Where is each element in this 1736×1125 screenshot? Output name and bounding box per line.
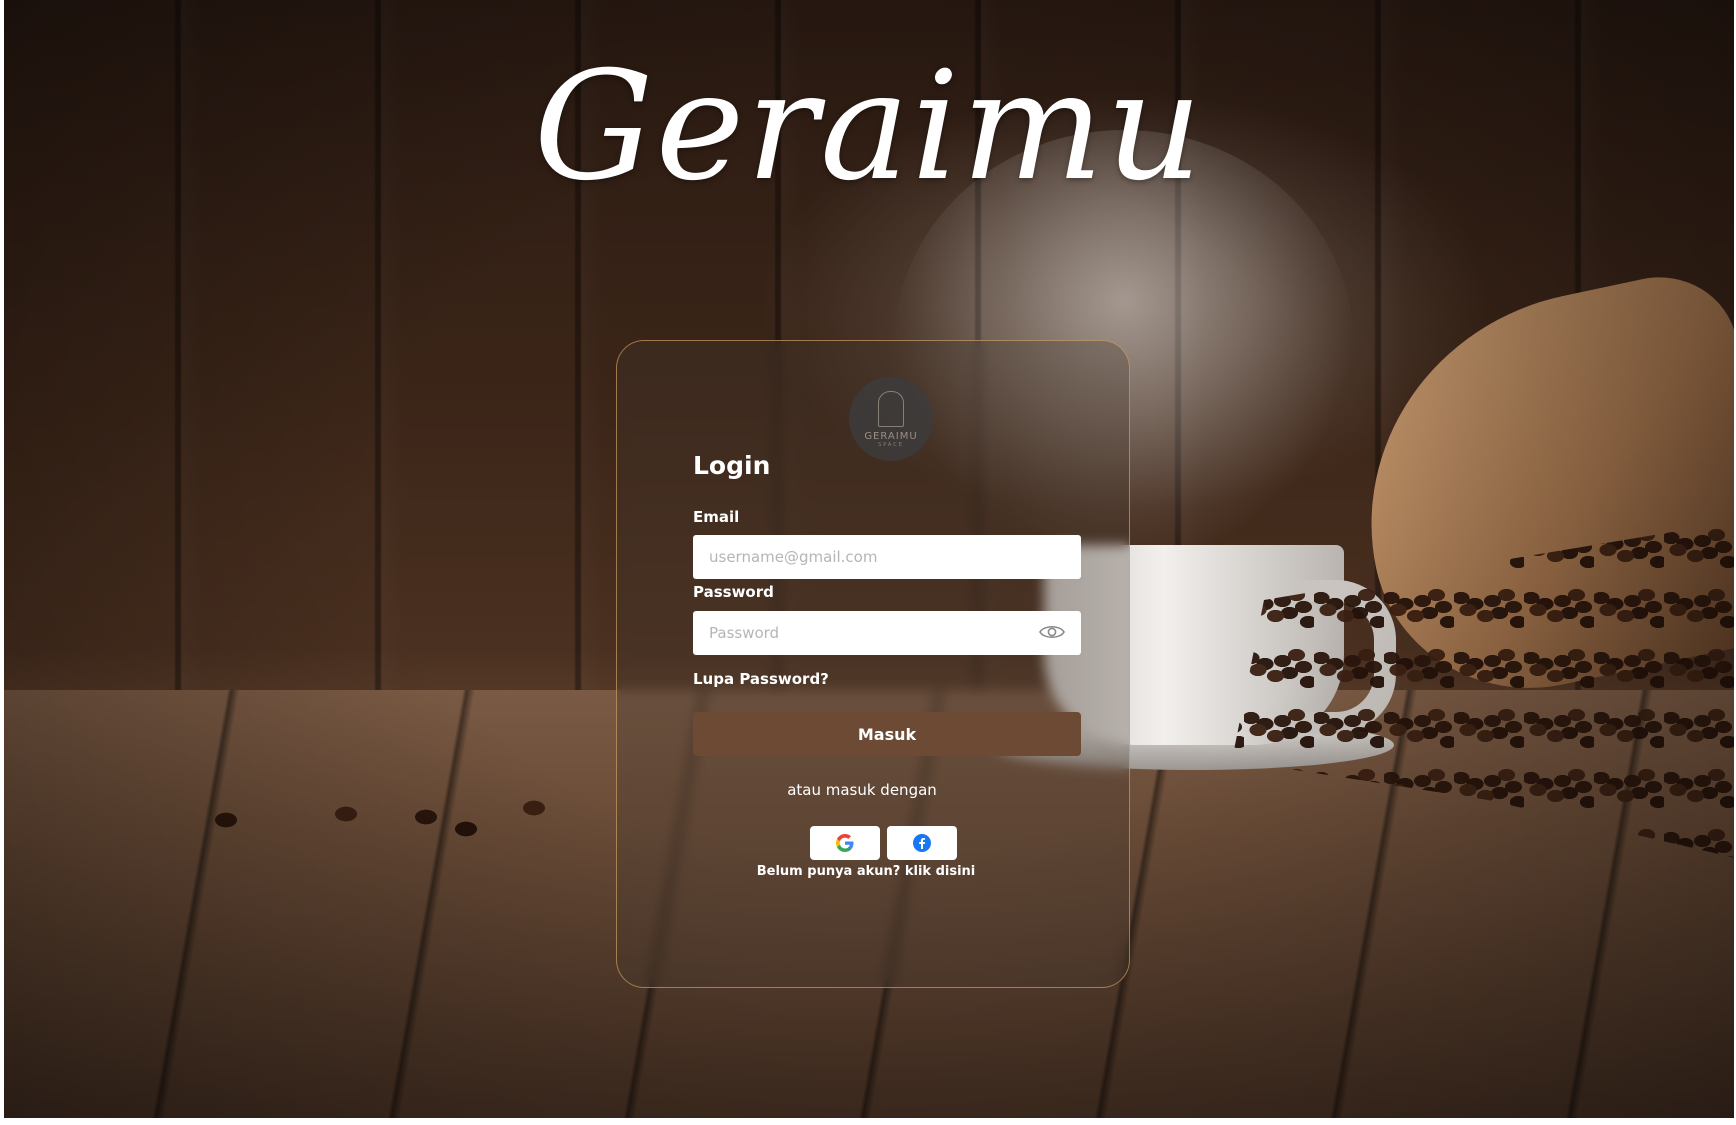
facebook-icon	[913, 834, 931, 852]
login-button[interactable]: Masuk	[693, 712, 1081, 756]
brand-wordmark: Geraimu	[533, 40, 1205, 214]
login-card: GERAIMU SPACE Login Email Password Lupa …	[616, 340, 1130, 988]
logo-badge: GERAIMU SPACE	[849, 377, 933, 461]
forgot-password-link[interactable]: Lupa Password?	[693, 670, 829, 688]
google-login-button[interactable]	[810, 826, 880, 860]
logo-text: GERAIMU	[864, 430, 918, 442]
background-photo: Geraimu GERAIMU SPACE Login Email Passwo…	[4, 0, 1734, 1118]
arch-icon	[878, 390, 904, 427]
email-label: Email	[693, 508, 740, 526]
login-title: Login	[693, 451, 771, 480]
google-icon	[836, 834, 854, 852]
signup-link[interactable]: Belum punya akun? klik disini	[617, 864, 1115, 879]
password-label: Password	[693, 583, 774, 601]
eye-icon[interactable]	[1039, 623, 1065, 641]
logo-subtext: SPACE	[878, 441, 904, 448]
email-field[interactable]	[693, 535, 1081, 579]
password-field[interactable]	[693, 611, 1081, 655]
alt-login-text: atau masuk dengan	[787, 781, 937, 799]
facebook-login-button[interactable]	[887, 826, 957, 860]
